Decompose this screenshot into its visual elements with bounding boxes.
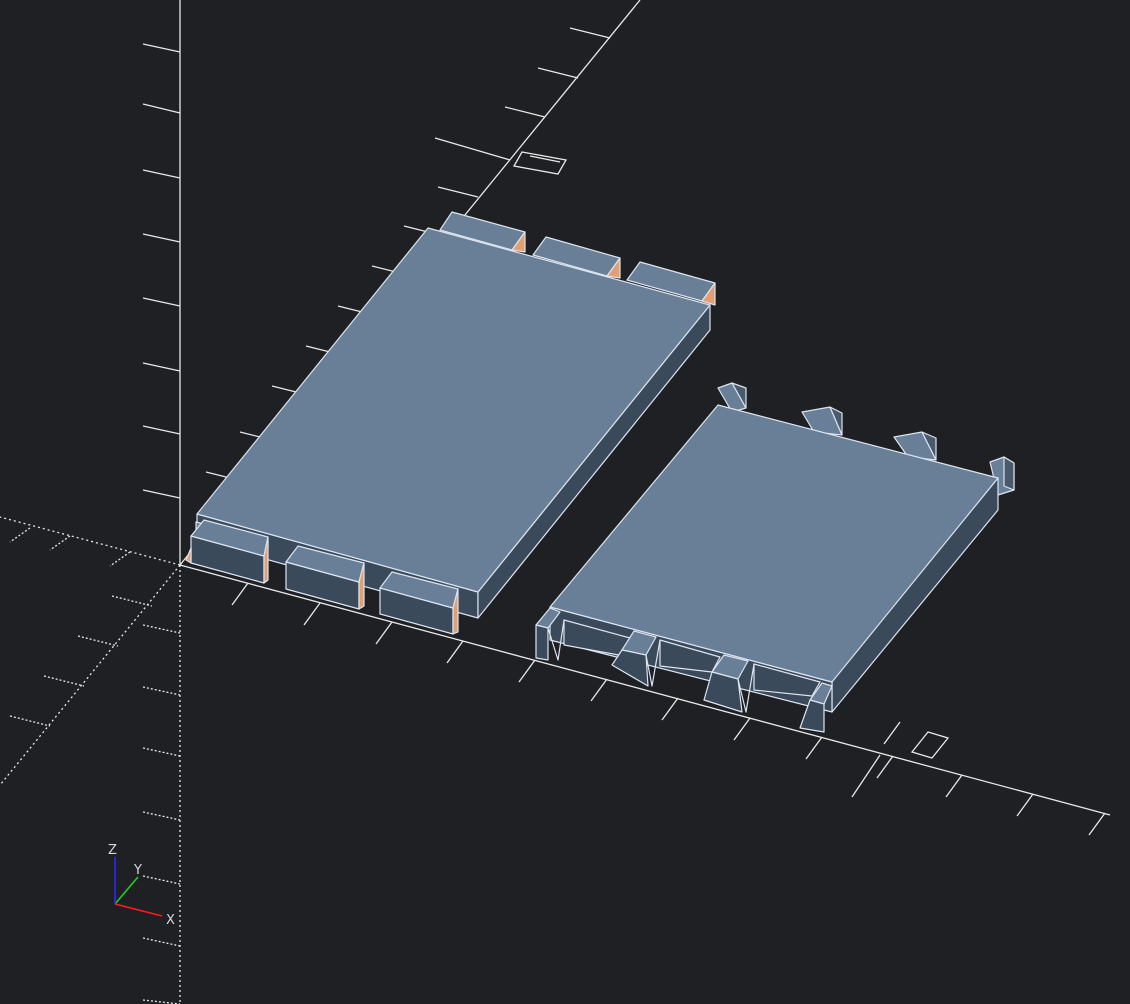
axis-orientation-indicator: Z Y X bbox=[108, 843, 175, 928]
axis-indicator-y bbox=[114, 876, 139, 905]
axis-indicator-x bbox=[114, 903, 163, 917]
z-axis-ticks bbox=[142, 43, 181, 499]
axis-indicator-z-label: Z bbox=[108, 843, 117, 858]
axis-indicator-y-label: Y bbox=[133, 863, 142, 878]
y-axis-scale-glyph bbox=[512, 151, 568, 175]
x-axis-negative bbox=[0, 516, 181, 566]
3d-viewport[interactable]: Z Y X bbox=[0, 0, 1130, 1004]
y-axis-negative bbox=[0, 564, 181, 786]
y-axis-ticks-negative bbox=[9, 595, 153, 727]
scene-canvas[interactable]: Z Y X bbox=[0, 0, 1130, 1004]
x-axis-scale-glyph bbox=[910, 731, 950, 759]
axis-indicator-x-label: X bbox=[166, 913, 175, 928]
z-axis-ticks-negative bbox=[142, 624, 181, 1004]
